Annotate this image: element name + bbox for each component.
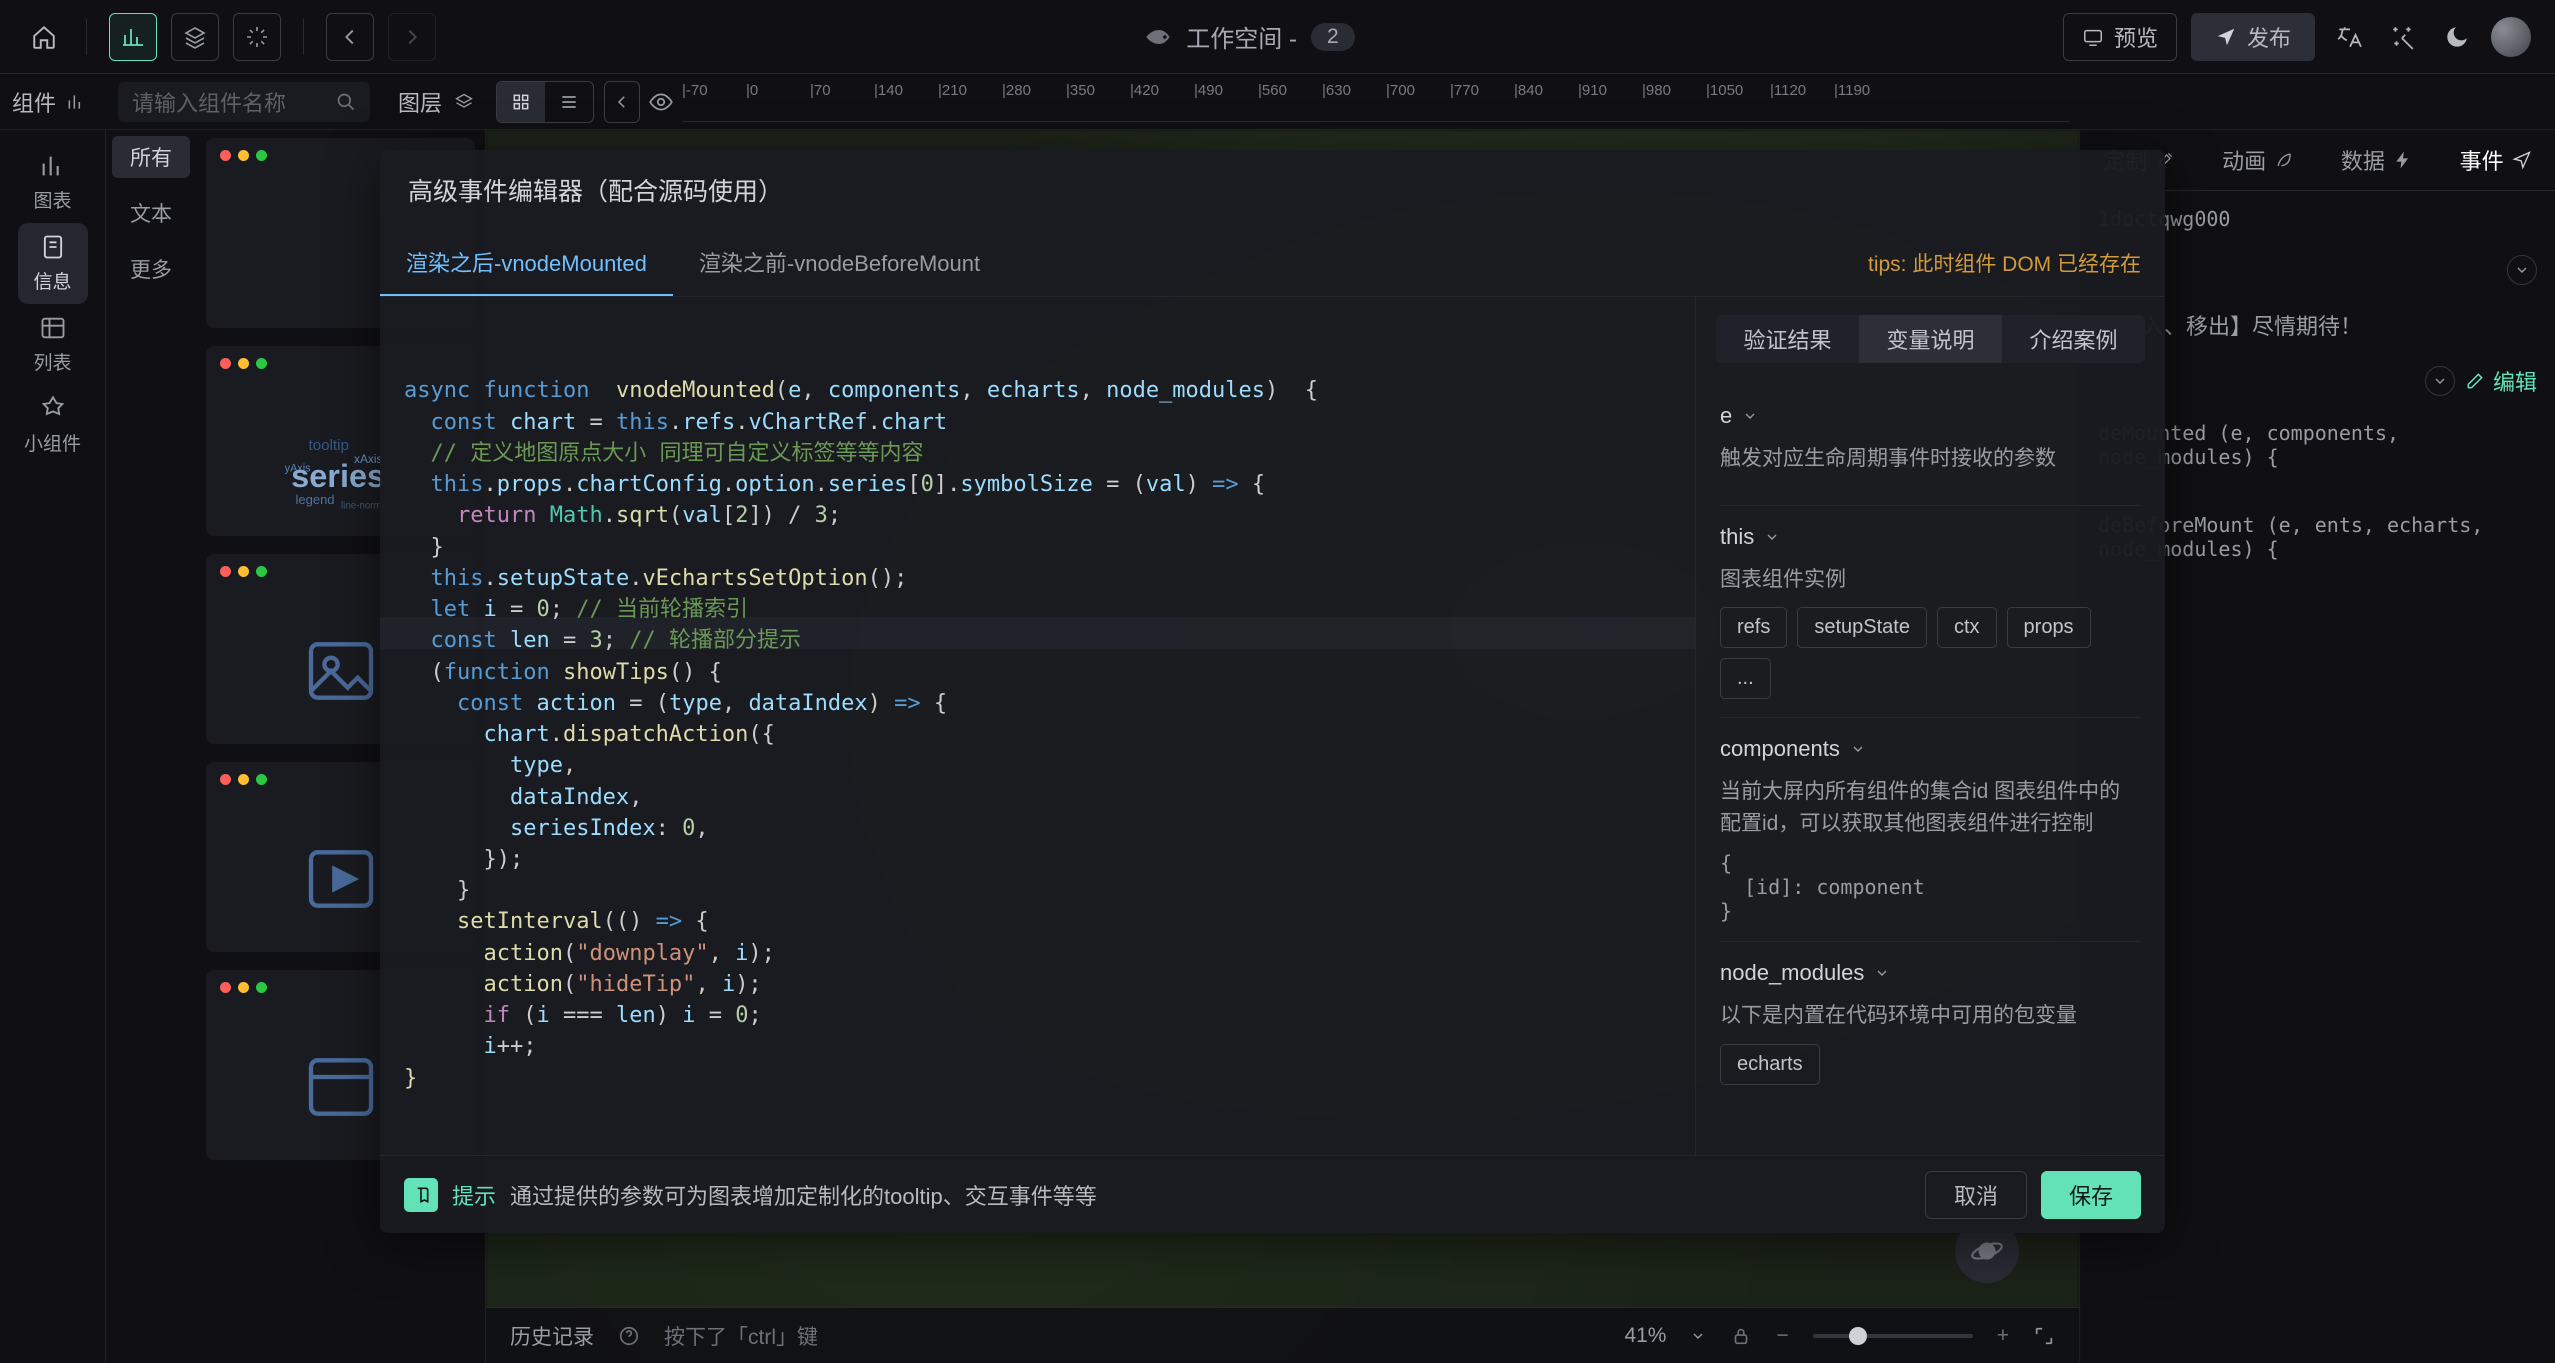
var-nm-head: node_modules (1720, 960, 1864, 986)
var-comp-codeblock: { [id]: component } (1720, 851, 2141, 923)
var-comp-desc: 当前大屏内所有组件的集合id 图表组件中的配置id，可以获取其他图表组件进行控制 (1720, 776, 2141, 839)
grid-view-icon[interactable] (497, 82, 545, 122)
svg-text:xAxis: xAxis (354, 452, 382, 466)
tag[interactable]: props (2007, 607, 2091, 648)
topbar: 工作空间 - 2 预览 发布 (0, 0, 2555, 74)
tag[interactable]: ... (1720, 658, 1771, 699)
toolbar-settings-icon[interactable] (233, 13, 281, 61)
layers-icon (454, 92, 474, 112)
lock-icon[interactable] (1730, 1325, 1752, 1347)
moon-icon[interactable] (2437, 17, 2477, 57)
edit-button[interactable]: 编辑 (2465, 365, 2537, 397)
workspace-title: 工作空间 - (1186, 19, 1297, 54)
ctrl-hint: 按下了「ctrl」键 (664, 1321, 818, 1351)
event-editor-modal: 高级事件编辑器（配合源码使用） 渲染之后-vnodeMounted 渲染之前-v… (380, 150, 2165, 1233)
history-label[interactable]: 历史记录 (510, 1321, 594, 1351)
ruler-horizontal: |-70|0|70|140|210|280|350|420|490|560|63… (682, 82, 2069, 122)
tag[interactable]: echarts (1720, 1044, 1820, 1085)
eye-icon[interactable] (640, 81, 682, 123)
right-tab-events[interactable]: 事件 (2436, 130, 2555, 190)
chevron-down-icon[interactable] (1874, 965, 1890, 981)
right-tab-anim[interactable]: 动画 (2199, 130, 2318, 190)
secondrow: 组件 请输入组件名称 图层 |-70|0|70|140|210|280|350|… (0, 74, 2555, 130)
image-icon (296, 631, 386, 711)
pencil-icon (2465, 371, 2485, 391)
tag[interactable]: setupState (1797, 607, 1927, 648)
video-icon (296, 839, 386, 919)
toolbar-forward-icon[interactable] (388, 13, 436, 61)
components-label: 组件 (12, 86, 56, 118)
cancel-button[interactable]: 取消 (1925, 1171, 2027, 1219)
category-nav: 图表 信息 列表 小组件 (0, 130, 106, 1363)
layer-label: 图层 (398, 86, 442, 118)
tab-vnodebeforemount[interactable]: 渲染之前-vnodeBeforeMount (673, 230, 1006, 296)
chip-all[interactable]: 所有 (112, 136, 190, 178)
bar-chart-icon (66, 92, 86, 112)
chip-more[interactable]: 更多 (112, 248, 190, 290)
chevron-down-icon[interactable] (1690, 1328, 1706, 1344)
publish-button[interactable]: 发布 (2191, 13, 2315, 61)
nav-widget[interactable]: 小组件 (18, 385, 88, 466)
search-icon (336, 92, 356, 112)
bolt-icon (2393, 150, 2413, 170)
var-this-head: this (1720, 524, 1754, 550)
seg-vars[interactable]: 变量说明 (1859, 315, 2002, 363)
tag[interactable]: refs (1720, 607, 1787, 648)
chip-text[interactable]: 文本 (112, 192, 190, 234)
home-icon[interactable] (24, 17, 64, 57)
var-nm-desc: 以下是内置在代码环境中可用的包变量 (1720, 1000, 2141, 1032)
chevron-down-icon[interactable] (2425, 366, 2455, 396)
right-tab-data[interactable]: 数据 (2318, 130, 2437, 190)
var-e-head: e (1720, 403, 1732, 429)
magic-icon[interactable] (2383, 17, 2423, 57)
hint-text: 通过提供的参数可为图表增加定制化的tooltip、交互事件等等 (510, 1179, 1097, 1211)
send-icon (2512, 150, 2532, 170)
var-e-desc: 触发对应生命周期事件时接收的参数 (1720, 443, 2141, 475)
expand-icon[interactable] (2033, 1325, 2055, 1347)
language-icon[interactable] (2329, 17, 2369, 57)
tag[interactable]: ctx (1937, 607, 1997, 648)
browser-icon (296, 1047, 386, 1127)
save-button[interactable]: 保存 (2041, 1171, 2141, 1219)
leaf-icon (2274, 150, 2294, 170)
hint-label: 提示 (452, 1179, 496, 1211)
chevron-down-icon[interactable] (1764, 529, 1780, 545)
preview-label: 预览 (2114, 21, 2158, 53)
list-view-icon[interactable] (545, 82, 593, 122)
modal-title: 高级事件编辑器（配合源码使用） (380, 150, 2165, 230)
search-placeholder: 请输入组件名称 (132, 86, 286, 118)
chevron-down-icon[interactable] (2507, 255, 2537, 285)
collapse-left-icon[interactable] (604, 81, 640, 123)
publish-label: 发布 (2247, 21, 2291, 53)
toolbar-back-icon[interactable] (326, 13, 374, 61)
avatar[interactable] (2491, 17, 2531, 57)
var-comp-head: components (1720, 736, 1840, 762)
help-icon[interactable] (618, 1325, 640, 1347)
component-search-input[interactable]: 请输入组件名称 (118, 82, 370, 122)
chevron-down-icon[interactable] (1742, 408, 1758, 424)
svg-text:legend: legend (295, 492, 334, 507)
zoom-value: 41% (1624, 1324, 1666, 1348)
tab-vnodemounted[interactable]: 渲染之后-vnodeMounted (380, 230, 673, 296)
seg-examples[interactable]: 介绍案例 (2002, 315, 2145, 363)
preview-button[interactable]: 预览 (2063, 13, 2177, 61)
nav-info[interactable]: 信息 (18, 223, 88, 304)
nav-chart[interactable]: 图表 (18, 142, 88, 223)
nav-list[interactable]: 列表 (18, 304, 88, 385)
var-this-desc: 图表组件实例 (1720, 564, 2141, 596)
svg-text:tooltip: tooltip (308, 437, 348, 454)
code-editor[interactable]: async function vnodeMounted(e, component… (380, 297, 1695, 1155)
toolbar-layers-icon[interactable] (171, 13, 219, 61)
hint-icon (404, 1178, 438, 1212)
zoom-slider[interactable] (1813, 1334, 1973, 1338)
layer-view-toggle[interactable] (496, 81, 594, 123)
fish-icon (1144, 23, 1172, 51)
chevron-down-icon[interactable] (1850, 741, 1866, 757)
modal-tip: tips: 此时组件 DOM 已经存在 (1868, 248, 2165, 278)
workspace-count-badge: 2 (1311, 23, 1355, 51)
toolbar-chart-icon[interactable] (109, 13, 157, 61)
seg-validate[interactable]: 验证结果 (1716, 315, 1859, 363)
